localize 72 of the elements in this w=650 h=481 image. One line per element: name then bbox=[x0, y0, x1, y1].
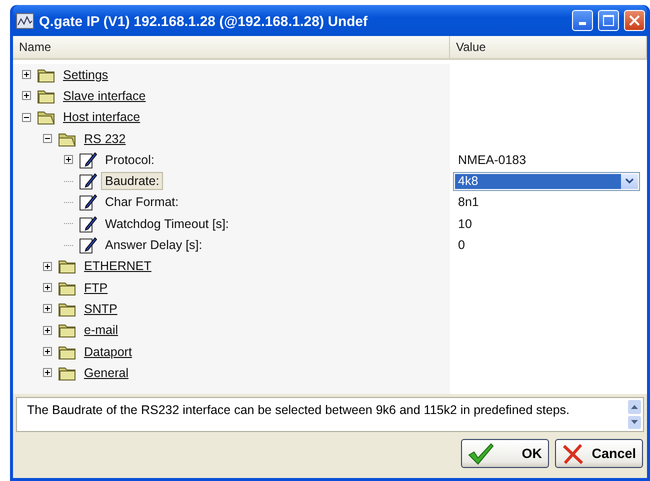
expand-toggle[interactable] bbox=[43, 326, 52, 335]
collapse-toggle[interactable] bbox=[43, 134, 52, 144]
column-heading[interactable]: Value bbox=[450, 36, 647, 58]
maximize-button[interactable] bbox=[598, 10, 619, 31]
tree-item[interactable]: Host interface bbox=[59, 108, 144, 126]
value-text: 0 bbox=[457, 238, 465, 252]
tree-item[interactable]: Answer Delay [s]: bbox=[101, 236, 206, 254]
expand-toggle[interactable] bbox=[43, 304, 52, 314]
expand-toggle[interactable] bbox=[22, 70, 31, 80]
edit-document-icon bbox=[79, 172, 97, 190]
tree-item[interactable]: Dataport bbox=[80, 342, 136, 360]
tree-item[interactable]: General bbox=[80, 364, 132, 382]
folder-icon bbox=[37, 66, 55, 83]
plus-icon bbox=[44, 326, 51, 334]
tree-item[interactable]: FTP bbox=[80, 278, 112, 297]
edit-document-icon bbox=[79, 236, 97, 254]
tree-item[interactable]: Settings bbox=[59, 66, 112, 84]
value-dropdown[interactable]: 4k8 bbox=[453, 172, 640, 191]
folder-icon bbox=[58, 322, 76, 338]
folder-icon bbox=[58, 130, 76, 147]
chevron-down-icon[interactable] bbox=[621, 174, 638, 189]
edit-document-icon bbox=[79, 150, 97, 169]
edit-document-icon bbox=[79, 193, 97, 212]
minimize-button[interactable] bbox=[572, 10, 593, 31]
folder-icon bbox=[58, 300, 76, 317]
folder-icon bbox=[37, 109, 55, 126]
expand-toggle[interactable] bbox=[43, 368, 52, 378]
plus-icon bbox=[44, 348, 51, 355]
close-button[interactable] bbox=[624, 10, 645, 31]
tree-item[interactable]: Protocol: bbox=[101, 150, 158, 169]
app-icon bbox=[16, 12, 34, 28]
description-text: The Baudrate of the RS232 interface can be selected between 9k6 and 115k2 in predefined steps. bbox=[26, 402, 570, 419]
expand-toggle[interactable] bbox=[22, 91, 31, 100]
tree-item[interactable]: e-mail bbox=[80, 321, 122, 340]
plus-icon bbox=[44, 369, 51, 376]
edit-document-icon bbox=[79, 214, 97, 233]
folder-icon bbox=[58, 280, 76, 296]
expand-toggle[interactable] bbox=[43, 283, 52, 292]
folder-icon bbox=[58, 344, 76, 360]
tree-item[interactable]: Watchdog Timeout [s]: bbox=[101, 214, 233, 233]
value-text: 8n1 bbox=[457, 195, 479, 210]
scroll-up-icon[interactable] bbox=[628, 400, 641, 414]
maximize-icon bbox=[603, 15, 614, 26]
folder-icon bbox=[58, 258, 76, 274]
folder-icon bbox=[58, 364, 76, 381]
plus-icon bbox=[44, 262, 51, 270]
close-icon bbox=[629, 15, 640, 26]
tree-item[interactable]: Baudrate: bbox=[101, 172, 164, 190]
tree-item[interactable]: Char Format: bbox=[101, 193, 183, 212]
expand-toggle[interactable] bbox=[43, 347, 52, 356]
value-text: NMEA-0183 bbox=[457, 152, 526, 167]
cancel-button[interactable]: Cancel bbox=[555, 439, 643, 468]
expand-toggle[interactable] bbox=[64, 155, 73, 164]
ok-button[interactable]: OK bbox=[461, 439, 549, 468]
folder-icon bbox=[37, 88, 55, 104]
window-title: Q.gate IP (V1) 192.168.1.28 (@192.168.1.28) Undef bbox=[39, 12, 369, 28]
collapse-toggle[interactable] bbox=[22, 112, 31, 122]
plus-icon bbox=[23, 92, 30, 100]
expand-toggle[interactable] bbox=[43, 262, 52, 271]
tree-item[interactable]: RS 232 bbox=[80, 130, 130, 148]
value-text: 10 bbox=[457, 216, 472, 231]
tree-item[interactable]: ETHERNET bbox=[80, 257, 156, 276]
scroll-down-icon[interactable] bbox=[628, 416, 641, 429]
plus-icon bbox=[44, 284, 51, 292]
tree-item[interactable]: SNTP bbox=[80, 300, 122, 318]
column-heading[interactable]: Name bbox=[13, 36, 450, 58]
checkmark-icon bbox=[468, 442, 494, 464]
plus-icon bbox=[44, 305, 51, 312]
plus-icon bbox=[23, 71, 30, 78]
tree-item[interactable]: Slave interface bbox=[59, 86, 150, 105]
close-icon bbox=[562, 442, 584, 464]
plus-icon bbox=[65, 156, 72, 164]
